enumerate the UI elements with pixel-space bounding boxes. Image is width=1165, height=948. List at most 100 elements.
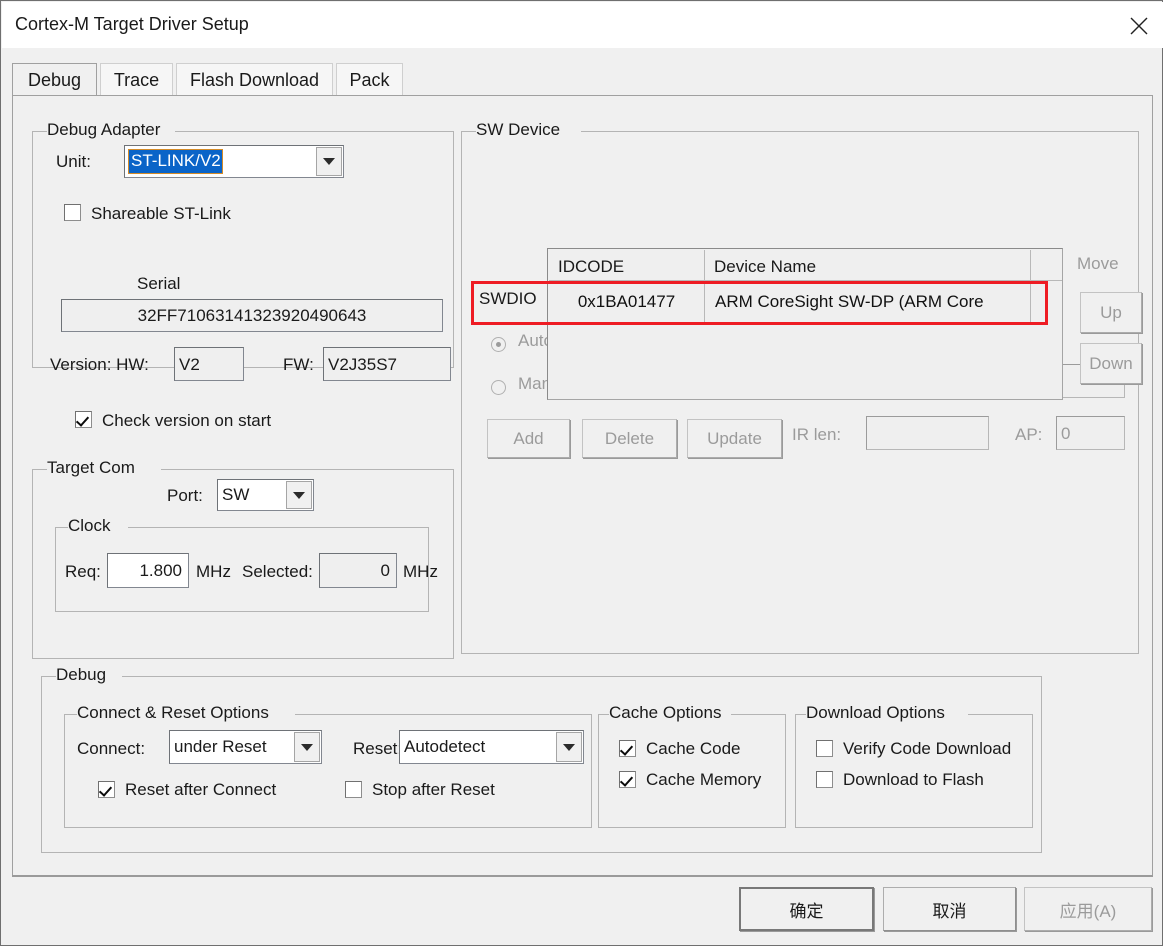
tab-flash-download[interactable]: Flash Download <box>176 63 333 96</box>
move-up-button: Up <box>1080 292 1142 333</box>
ok-button[interactable]: 确定 <box>739 887 874 931</box>
close-icon[interactable] <box>1115 2 1163 48</box>
cell-device-name: ARM CoreSight SW-DP (ARM Core <box>705 280 1031 323</box>
serial-label: Serial <box>137 274 181 293</box>
title-bar: Cortex-M Target Driver Setup <box>2 2 1163 48</box>
tab-flash-download-label: Flash Download <box>189 70 320 90</box>
swdio-port-label: SWDIO <box>479 289 537 308</box>
move-label: Move <box>1077 254 1119 273</box>
ok-button-label: 确定 <box>789 901 824 921</box>
update-button-label: Update <box>707 428 762 448</box>
unit-label: Unit: <box>56 152 91 171</box>
verify-code-download-label: Verify Code Download <box>843 739 1012 758</box>
unit-combo[interactable]: ST-LINK/V2 <box>124 145 344 178</box>
cache-code-checkbox[interactable] <box>619 740 636 757</box>
download-to-flash-label: Download to Flash <box>843 770 984 789</box>
apply-button-label: 应用(A) <box>1059 901 1117 921</box>
target-driver-setup-dialog: Cortex-M Target Driver Setup Debug Trace… <box>0 0 1163 946</box>
debug-options-group-label: Debug <box>56 665 107 684</box>
delete-button: Delete <box>582 419 677 458</box>
serial-field[interactable]: 32FF71063141323920490643 <box>61 299 443 332</box>
ap-label: AP: <box>1015 425 1043 444</box>
table-row[interactable]: 0x1BA01477 ARM CoreSight SW-DP (ARM Core <box>549 280 1062 323</box>
check-version-on-start-label: Check version on start <box>102 411 272 430</box>
shareable-st-link-checkbox[interactable] <box>64 204 81 221</box>
manual-configuration-radio[interactable] <box>491 380 506 395</box>
move-down-button: Down <box>1080 343 1142 384</box>
selected-unit-label: MHz <box>403 562 438 581</box>
check-version-on-start-checkbox[interactable] <box>75 411 92 428</box>
move-up-button-label: Up <box>1100 302 1122 322</box>
connect-label: Connect: <box>77 739 146 758</box>
fw-label: FW: <box>283 355 314 374</box>
window-title: Cortex-M Target Driver Setup <box>15 14 249 34</box>
sw-device-table-header: IDCODE Device Name <box>549 250 1062 281</box>
ap-field[interactable]: 0 <box>1056 416 1125 450</box>
reset-after-connect-label: Reset after Connect <box>125 780 277 799</box>
footer-separator <box>12 875 1153 877</box>
tab-pack[interactable]: Pack <box>336 63 403 96</box>
cache-memory-checkbox[interactable] <box>619 771 636 788</box>
req-clock-field[interactable]: 1.800 <box>107 553 189 588</box>
cell-extra <box>1031 280 1062 323</box>
column-header-idcode[interactable]: IDCODE <box>549 250 705 280</box>
column-header-extra[interactable] <box>1031 250 1062 280</box>
cache-options-group-label: Cache Options <box>609 703 722 722</box>
ir-len-label: IR len: <box>792 425 842 444</box>
fw-version-field[interactable]: V2J35S7 <box>323 347 451 381</box>
reset-after-connect-checkbox[interactable] <box>98 781 115 798</box>
move-down-button-label: Down <box>1089 353 1133 373</box>
debug-adapter-group-label: Debug Adapter <box>47 120 161 139</box>
automatic-detection-radio[interactable] <box>491 337 506 352</box>
connect-combo[interactable]: under Reset <box>169 730 322 764</box>
target-com-group: Target Com Port: SW Clock Req: 1.800 MHz… <box>32 458 454 659</box>
chevron-down-icon[interactable] <box>556 732 582 762</box>
shareable-st-link-label: Shareable ST-Link <box>91 204 231 223</box>
debug-tab-page: Debug Adapter Unit: ST-LINK/V2 Shareable… <box>12 95 1153 876</box>
hw-version-field[interactable]: V2 <box>174 347 244 381</box>
add-button-label: Add <box>513 428 544 448</box>
download-to-flash-checkbox[interactable] <box>816 771 833 788</box>
cache-code-label: Cache Code <box>646 739 741 758</box>
cache-options-group: Cache Options Cache Code Cache Memory <box>598 703 786 828</box>
apply-button: 应用(A) <box>1024 887 1152 931</box>
target-com-group-label: Target Com <box>47 458 135 477</box>
cache-memory-label: Cache Memory <box>646 770 762 789</box>
connect-combo-value: under Reset <box>174 737 267 756</box>
req-label: Req: <box>65 562 101 581</box>
selected-clock-field: 0 <box>319 553 397 588</box>
reset-combo[interactable]: Autodetect <box>399 730 584 764</box>
clock-group: Clock Req: 1.800 MHz Selected: 0 MHz <box>55 516 438 612</box>
clock-group-label: Clock <box>68 516 111 535</box>
tab-debug-label: Debug <box>27 70 82 90</box>
chevron-down-icon[interactable] <box>286 481 312 509</box>
chevron-down-icon[interactable] <box>294 732 320 762</box>
debug-adapter-group: Debug Adapter Unit: ST-LINK/V2 Shareable… <box>32 120 454 430</box>
tab-strip: Debug Trace Flash Download Pack <box>12 63 1153 97</box>
tab-debug[interactable]: Debug <box>12 63 97 97</box>
stop-after-reset-checkbox[interactable] <box>345 781 362 798</box>
ir-len-field <box>866 416 989 450</box>
port-combo-value: SW <box>222 485 250 504</box>
version-hw-label: Version: HW: <box>50 355 149 374</box>
column-header-device-name[interactable]: Device Name <box>705 250 1031 280</box>
add-button: Add <box>487 419 570 458</box>
port-combo[interactable]: SW <box>217 479 314 511</box>
connect-reset-options-group: Connect & Reset Options Connect: under R… <box>64 703 592 828</box>
reset-combo-value: Autodetect <box>404 737 486 756</box>
debug-options-group: Debug Connect & Reset Options Connect: u… <box>41 665 1042 853</box>
chevron-down-icon[interactable] <box>316 147 342 176</box>
cancel-button-label: 取消 <box>932 901 967 921</box>
cancel-button[interactable]: 取消 <box>883 887 1016 931</box>
port-label: Port: <box>167 486 203 505</box>
sw-device-group-label: SW Device <box>476 120 561 139</box>
tab-trace[interactable]: Trace <box>100 63 173 96</box>
cell-idcode: 0x1BA01477 <box>549 280 705 323</box>
selected-clock-label: Selected: <box>242 562 313 581</box>
verify-code-download-checkbox[interactable] <box>816 740 833 757</box>
update-button: Update <box>687 419 782 458</box>
tab-trace-label: Trace <box>113 70 160 90</box>
sw-device-table[interactable]: IDCODE Device Name 0x1BA01477 ARM CoreSi… <box>547 248 1063 400</box>
delete-button-label: Delete <box>604 428 655 448</box>
close-icon-glyph <box>1130 17 1148 35</box>
